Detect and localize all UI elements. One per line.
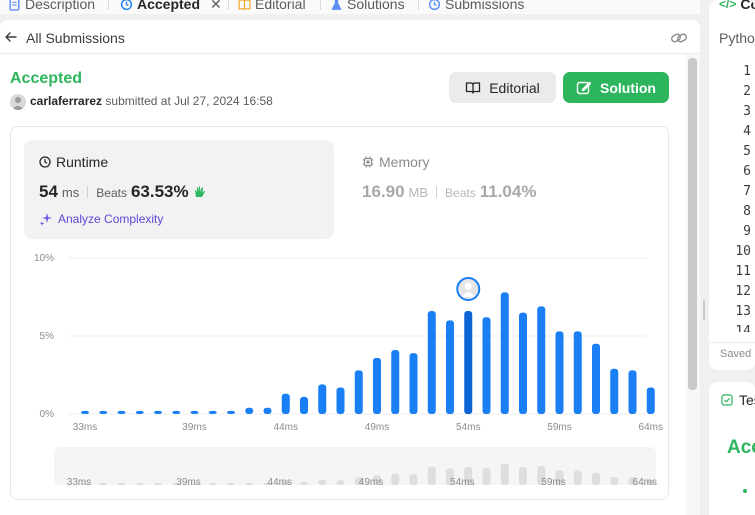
performance-card: Runtime 54 ms Beats 63.53% Analyze Compl… xyxy=(10,126,669,500)
memory-beats-value: 11.04% xyxy=(479,182,537,201)
submitted-at: submitted at Jul 27, 2024 16:58 xyxy=(105,94,273,108)
tab-label: Description xyxy=(25,0,96,12)
tab-accepted[interactable]: Accepted ✕ xyxy=(120,0,222,14)
edit-icon xyxy=(576,81,592,94)
runtime-value: 54 xyxy=(39,182,58,201)
book-open-icon xyxy=(466,81,481,94)
submission-header: All Submissions xyxy=(0,20,700,54)
runtime-label: Runtime xyxy=(56,154,109,170)
panel-resize-handle[interactable] xyxy=(703,300,705,320)
solution-label: Solution xyxy=(600,79,656,96)
scrollbar-thumb[interactable] xyxy=(688,58,697,390)
tab-label: Accepted xyxy=(137,0,201,12)
bullet xyxy=(743,489,747,493)
book-icon xyxy=(238,0,251,10)
line-number: 12 xyxy=(735,284,751,299)
testcase-title: Testcase xyxy=(739,392,755,408)
document-icon xyxy=(9,0,20,11)
runtime-beats-value: 63.53% xyxy=(130,182,189,201)
line-number: 3 xyxy=(743,104,751,119)
link-icon[interactable] xyxy=(670,30,688,46)
line-number: 1 xyxy=(743,64,751,79)
memory-unit: MB xyxy=(408,185,429,200)
arrow-left-icon[interactable] xyxy=(4,30,18,44)
language-selector[interactable]: Python xyxy=(719,30,755,46)
memory-beats-label: Beats xyxy=(445,186,476,200)
runtime-stats: 54 ms Beats 63.53% xyxy=(39,182,207,202)
tab-bar: Description Accepted ✕ Editorial Solutio… xyxy=(0,0,700,14)
tab-divider xyxy=(108,0,109,10)
editorial-button[interactable]: Editorial xyxy=(449,72,556,103)
runtime-box[interactable]: Runtime 54 ms Beats 63.53% Analyze Compl… xyxy=(24,140,334,239)
tab-solutions[interactable]: Solutions xyxy=(330,0,405,14)
flask-icon xyxy=(331,0,342,10)
tab-label: Solutions xyxy=(347,0,405,12)
submission-panel: All Submissions Accepted carlaferrarez s… xyxy=(0,20,700,515)
history-icon xyxy=(428,0,441,10)
divider xyxy=(87,186,89,198)
clap-icon xyxy=(194,186,205,197)
memory-label: Memory xyxy=(379,154,430,170)
testcase-header[interactable]: Testcase xyxy=(721,392,755,408)
tab-label: Editorial xyxy=(255,0,306,12)
solution-button[interactable]: Solution xyxy=(563,72,669,103)
tab-submissions[interactable]: Submissions xyxy=(428,0,524,14)
tab-label: Submissions xyxy=(445,0,525,12)
username[interactable]: carlaferrarez xyxy=(30,94,102,108)
testcase-status: Accepted xyxy=(727,437,755,458)
line-number: 6 xyxy=(743,164,751,179)
divider xyxy=(436,186,438,198)
sparkle-icon xyxy=(39,213,52,226)
runtime-unit: ms xyxy=(61,185,80,200)
tab-divider xyxy=(320,0,321,10)
saved-status: Saved xyxy=(720,348,752,360)
submission-meta: carlaferrarez submitted at Jul 27, 2024 … xyxy=(30,94,273,108)
analyze-complexity-link[interactable]: Analyze Complexity xyxy=(39,212,163,226)
memory-value: 16.90 xyxy=(362,182,405,201)
avatar[interactable] xyxy=(10,94,26,110)
runtime-header: Runtime xyxy=(39,154,108,170)
line-number: 10 xyxy=(735,244,751,259)
checkbox-icon xyxy=(721,394,733,406)
divider xyxy=(709,342,755,343)
line-number: 5 xyxy=(743,144,751,159)
tab-description[interactable]: Description xyxy=(8,0,95,14)
analyze-label: Analyze Complexity xyxy=(58,212,164,226)
history-icon xyxy=(120,0,133,10)
line-number: 8 xyxy=(743,204,751,219)
close-icon[interactable]: ✕ xyxy=(210,0,222,13)
line-numbers: 1 2 3 4 5 6 7 8 9 10 11 12 13 14 xyxy=(709,62,755,332)
line-number: 2 xyxy=(743,84,751,99)
tab-editorial[interactable]: Editorial xyxy=(238,0,306,14)
editorial-label: Editorial xyxy=(489,79,540,96)
submission-status: Accepted xyxy=(10,70,83,87)
code-title-text: Code xyxy=(740,0,755,12)
line-number: 9 xyxy=(743,224,751,239)
memory-stats: 16.90 MB Beats 11.04% xyxy=(362,182,536,202)
line-number: 14 xyxy=(735,324,751,332)
line-number: 13 xyxy=(735,304,751,319)
tab-divider xyxy=(228,0,229,10)
line-number: 4 xyxy=(743,124,751,139)
runtime-beats-label: Beats xyxy=(96,186,127,200)
code-panel-title: </> Code xyxy=(719,0,755,12)
code-icon: </> xyxy=(719,0,737,11)
line-number: 11 xyxy=(735,264,751,279)
clock-icon xyxy=(39,156,51,168)
all-submissions-link[interactable]: All Submissions xyxy=(26,30,125,46)
memory-header[interactable]: Memory xyxy=(362,154,430,170)
testcase-panel: Testcase Accepted xyxy=(709,382,755,515)
user-icon xyxy=(12,97,24,110)
chip-icon xyxy=(362,156,374,168)
line-number: 7 xyxy=(743,184,751,199)
tab-divider xyxy=(418,0,419,10)
code-panel: </> Code Python 1234567891011121314 Save… xyxy=(709,0,755,370)
